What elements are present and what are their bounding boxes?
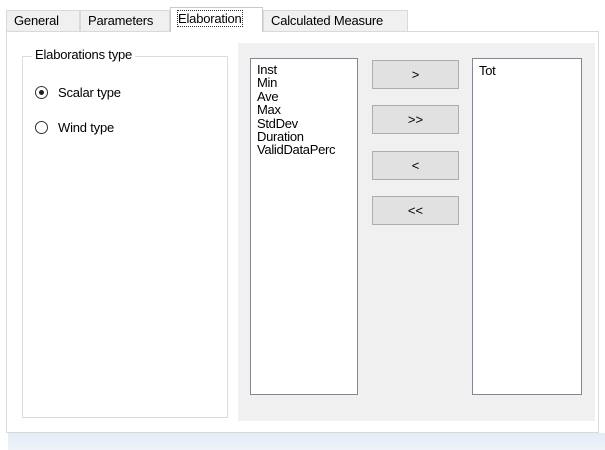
wind-type-label: Wind type <box>58 119 115 135</box>
elaboration-dialog: General Parameters Elaboration Calculate… <box>0 0 605 450</box>
selected-elaborations-list[interactable]: Tot <box>472 58 582 395</box>
list-item[interactable]: StdDev <box>251 116 357 130</box>
list-item[interactable]: Min <box>251 76 357 90</box>
elaborations-type-title: Elaborations type <box>32 47 136 63</box>
tab-parameters-label: Parameters <box>88 13 154 28</box>
add-button[interactable]: > <box>372 60 459 89</box>
scalar-type-label: Scalar type <box>58 84 121 100</box>
radio-checked-icon <box>35 85 48 99</box>
tab-elaboration-label: Elaboration <box>177 10 243 27</box>
list-item[interactable]: Duration <box>251 130 357 144</box>
wind-type-radio[interactable]: Wind type <box>35 118 114 136</box>
scalar-type-radio[interactable]: Scalar type <box>35 83 121 101</box>
list-item[interactable]: ValidDataPerc <box>251 143 357 157</box>
tab-strip: General Parameters Elaboration Calculate… <box>6 7 596 32</box>
elaborations-type-group <box>22 56 228 418</box>
list-item[interactable]: Tot <box>473 64 581 78</box>
list-item[interactable]: Inst <box>251 63 357 77</box>
tab-calculated-measure[interactable]: Calculated Measure <box>263 10 408 31</box>
tab-calculated-measure-label: Calculated Measure <box>271 13 384 28</box>
add-all-button[interactable]: >> <box>372 105 459 134</box>
list-item[interactable]: Max <box>251 103 357 117</box>
tab-parameters[interactable]: Parameters <box>80 10 170 31</box>
tab-general-label: General <box>14 13 59 28</box>
remove-button[interactable]: < <box>372 151 459 180</box>
available-elaborations-list[interactable]: Inst Min Ave Max StdDev Duration ValidDa… <box>250 58 358 395</box>
tab-general[interactable]: General <box>6 10 80 31</box>
list-item[interactable]: Ave <box>251 89 357 103</box>
bottom-band <box>8 433 605 450</box>
tab-elaboration[interactable]: Elaboration <box>170 7 263 32</box>
radio-unchecked-icon <box>35 120 48 134</box>
remove-all-button[interactable]: << <box>372 196 459 225</box>
